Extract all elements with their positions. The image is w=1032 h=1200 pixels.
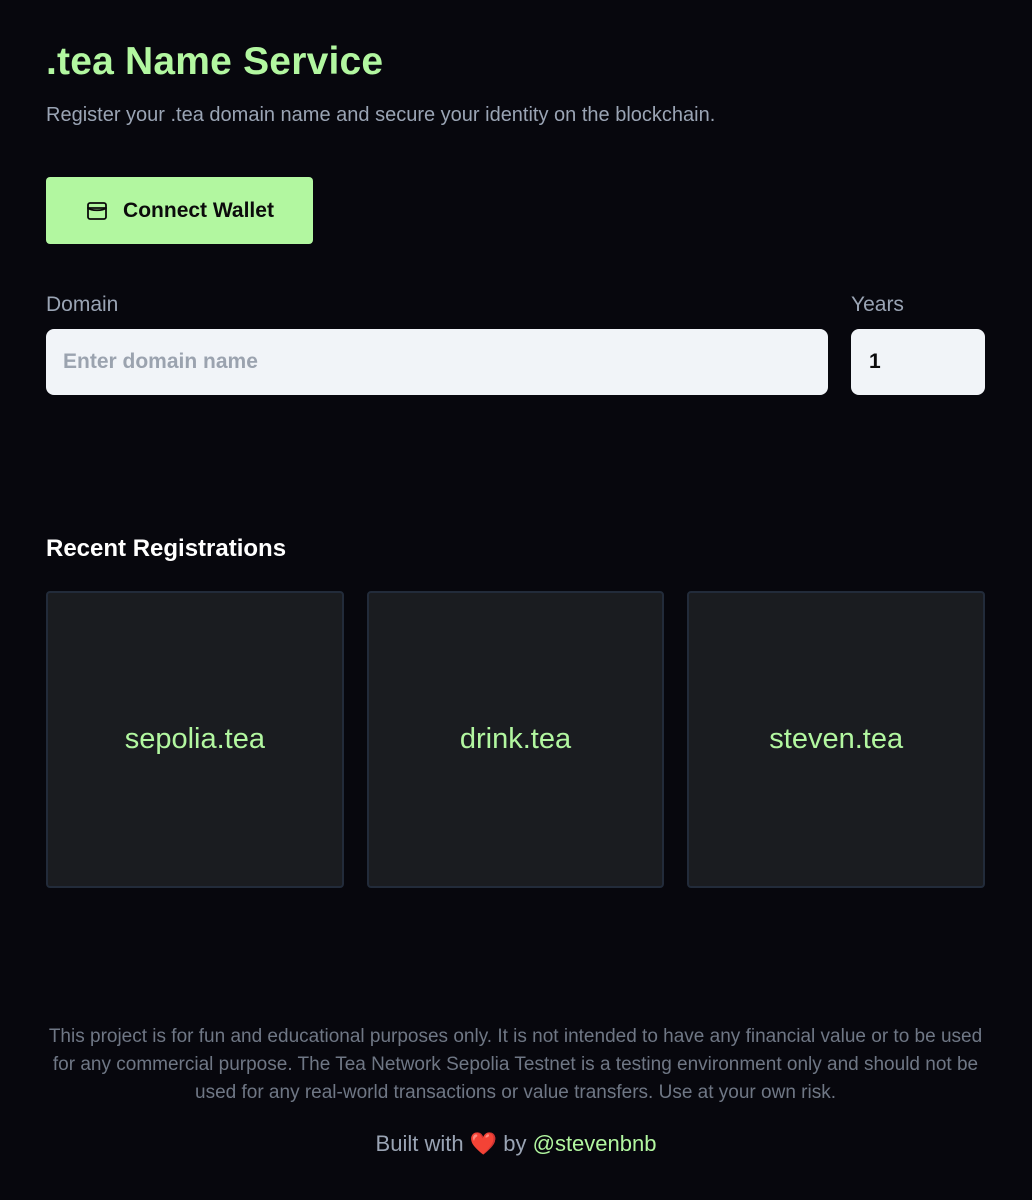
author-link[interactable]: @stevenbnb [533,1131,657,1156]
connect-wallet-button[interactable]: Connect Wallet [46,177,313,244]
recent-registrations-list: sepolia.tea drink.tea steven.tea [46,591,986,888]
footer-credit: Built with ❤️ by @stevenbnb [0,1131,1032,1157]
registration-name: drink.tea [459,723,572,755]
built-with-text: Built with [375,1131,464,1156]
by-text: by [503,1131,527,1156]
years-input[interactable] [851,329,985,395]
registration-card[interactable]: sepolia.tea [46,591,344,888]
page-subtitle: Register your .tea domain name and secur… [46,104,716,126]
heart-icon: ❤️ [469,1131,498,1156]
page: .tea Name Service Register your .tea dom… [0,0,1032,1200]
recent-registrations-title: Recent Registrations [46,535,287,562]
wallet-icon [85,199,109,223]
domain-input[interactable] [46,329,828,395]
registration-name: steven.tea [769,723,904,755]
registration-name: sepolia.tea [124,723,265,755]
registration-card[interactable]: drink.tea [366,591,665,888]
years-label: Years [851,293,904,316]
registration-card[interactable]: steven.tea [687,591,986,888]
connect-wallet-label: Connect Wallet [123,198,274,222]
disclaimer-text: This project is for fun and educational … [48,1026,983,1103]
page-title: .tea Name Service [46,40,384,83]
domain-label: Domain [46,293,119,316]
